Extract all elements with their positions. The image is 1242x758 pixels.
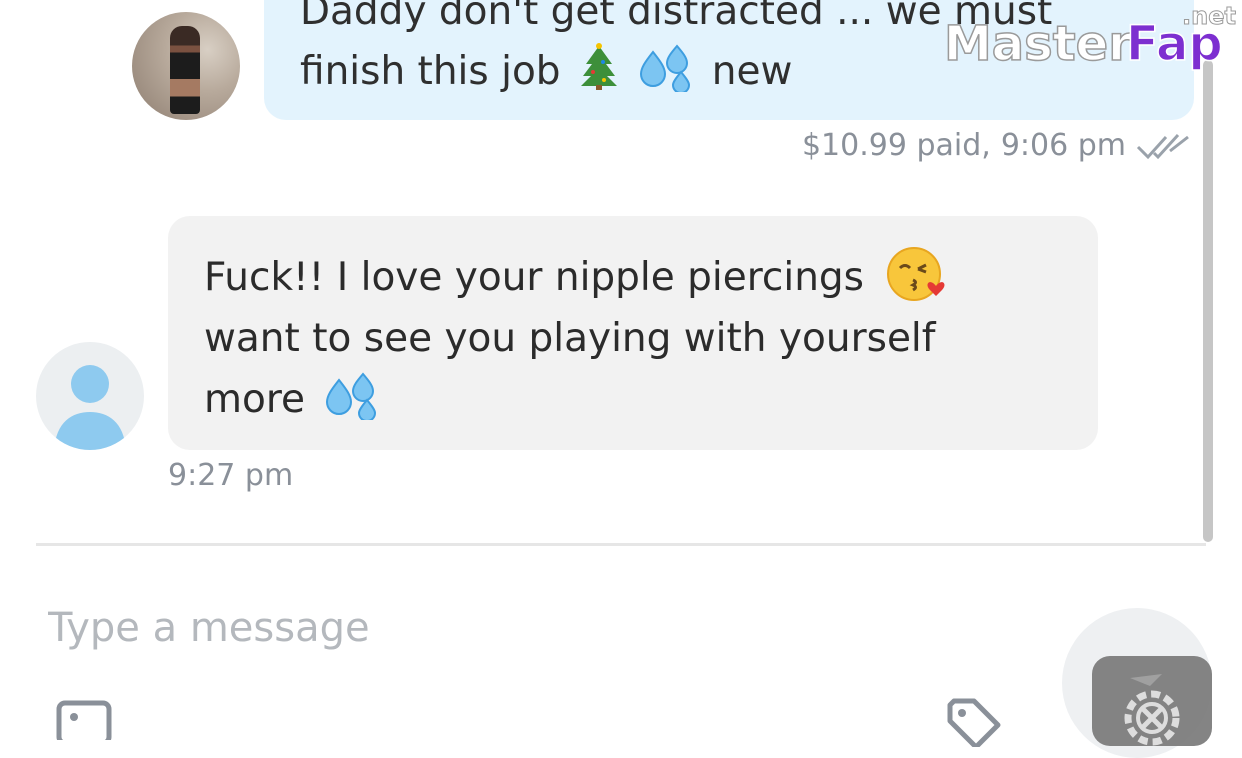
received-time: 9:27 pm bbox=[168, 458, 294, 493]
face-blowing-a-kiss-icon bbox=[887, 247, 945, 301]
sent-message-text: finish this job bbox=[300, 49, 561, 94]
received-message-line-3: more bbox=[204, 369, 1062, 430]
watermark-master: Master bbox=[944, 16, 1132, 72]
composer-divider bbox=[36, 543, 1206, 546]
received-message-bubble[interactable]: Fuck!! I love your nipple piercings want… bbox=[168, 216, 1098, 450]
sweat-droplets-icon bbox=[640, 44, 691, 92]
user-placeholder-icon bbox=[54, 365, 126, 450]
settings-gear-icon bbox=[1124, 674, 1180, 746]
sent-time: 9:06 pm bbox=[1000, 128, 1126, 163]
received-message-line-2: want to see you playing with yourself bbox=[204, 316, 936, 361]
received-message-text-1: Fuck!! I love your nipple piercings bbox=[204, 255, 864, 300]
watermark-logo: Master Fap .net bbox=[943, 2, 1236, 73]
creator-avatar[interactable] bbox=[132, 12, 240, 120]
watermark-suffix: .net bbox=[1182, 2, 1236, 30]
image-icon[interactable] bbox=[56, 700, 112, 740]
avatar-figure bbox=[170, 26, 200, 114]
sent-message-text-end: new bbox=[711, 49, 793, 94]
fan-avatar[interactable] bbox=[36, 342, 144, 450]
sweat-droplets-icon bbox=[326, 372, 377, 420]
chat-scrollbar[interactable] bbox=[1203, 60, 1213, 542]
settings-overlay-badge bbox=[1092, 656, 1212, 746]
paid-price: $10.99 paid, bbox=[801, 128, 991, 163]
received-message-line-1: Fuck!! I love your nipple piercings bbox=[204, 246, 1062, 308]
christmas-tree-icon bbox=[580, 43, 617, 90]
tag-icon[interactable] bbox=[946, 697, 1008, 747]
sent-message-meta: $10.99 paid, 9:06 pm bbox=[802, 128, 1192, 163]
double-check-icon bbox=[1136, 133, 1189, 159]
message-input[interactable] bbox=[48, 596, 928, 660]
received-message-text-3: more bbox=[204, 377, 306, 422]
